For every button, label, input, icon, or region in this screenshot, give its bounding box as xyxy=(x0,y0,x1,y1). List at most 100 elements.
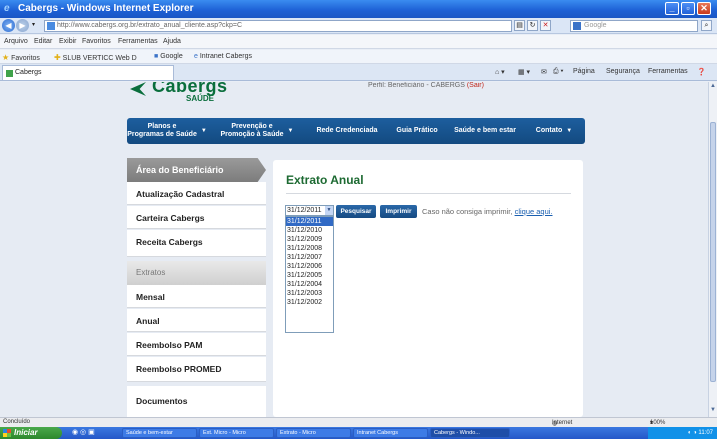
logout-link[interactable]: (Sair) xyxy=(467,82,484,89)
back-button[interactable]: ◀ xyxy=(2,19,15,32)
minimize-button[interactable]: _ xyxy=(665,2,679,15)
sidebar-item-anual[interactable]: Anual xyxy=(127,309,266,332)
taskbar-item[interactable]: Saúde e bem-estar xyxy=(122,428,197,438)
nav-planos[interactable]: Planos e Programas de Saúde ▼ xyxy=(127,118,207,144)
scroll-up-icon[interactable]: ▲ xyxy=(709,83,717,91)
favorite-item-google[interactable]: ■ Google xyxy=(154,53,183,60)
start-button[interactable]: Iniciar xyxy=(0,427,62,439)
window-titlebar: e Cabergs - Windows Internet Explorer _ … xyxy=(0,0,717,18)
sidebar-item-atualizacao[interactable]: Atualização Cadastral xyxy=(127,182,266,205)
search-button[interactable]: Pesquisar xyxy=(336,205,376,218)
sidebar-item-receita[interactable]: Receita Cabergs xyxy=(127,230,266,257)
search-placeholder: Google xyxy=(584,22,607,29)
favorites-label: Favoritos xyxy=(11,55,40,62)
main-navigation: Planos e Programas de Saúde ▼ Prevenção e… xyxy=(127,118,585,144)
tab-cabergs[interactable]: Cabergs xyxy=(2,65,174,80)
year-option[interactable]: 31/12/2008 xyxy=(286,244,333,253)
nav-rede-credenciada[interactable]: Rede Credenciada xyxy=(307,118,387,144)
year-select[interactable]: 31/12/2011 ▼ xyxy=(285,205,334,216)
google-icon: ■ xyxy=(154,53,159,60)
menu-ferramentas[interactable]: Ferramentas xyxy=(118,38,158,45)
sidebar-header: Área do Beneficiário xyxy=(127,158,266,182)
nav-guia-pratico[interactable]: Guia Prático xyxy=(387,118,447,144)
star-icon: ★ xyxy=(2,53,10,62)
menu-editar[interactable]: Editar xyxy=(34,38,52,45)
help-icon[interactable]: ❓ xyxy=(697,68,706,76)
year-option[interactable]: 31/12/2006 xyxy=(286,262,333,271)
nav-label: Prevenção e Promoção à Saúde xyxy=(220,123,284,138)
search-icon[interactable]: ⌕ xyxy=(701,20,712,31)
status-text: Concluído xyxy=(3,419,31,425)
nav-saude-bem-estar[interactable]: Saúde e bem estar xyxy=(447,118,523,144)
vertical-scrollbar[interactable]: ▲ ▼ xyxy=(708,82,717,417)
nav-contato[interactable]: Contato ▼ xyxy=(523,118,585,144)
nav-label: Rede Credenciada xyxy=(316,127,378,134)
favorite-item-slub[interactable]: ✚ SLUB VERTICC Web D xyxy=(54,53,137,62)
year-option[interactable]: 31/12/2010 xyxy=(286,226,333,235)
profile-text: Perfil: Beneficiário - CABERGS xyxy=(368,82,465,89)
sidebar-item-carteira[interactable]: Carteira Cabergs xyxy=(127,206,266,229)
status-bar: Concluído ◍ Internet ⌕ 100% ▾ xyxy=(0,417,717,427)
compat-view-icon[interactable]: ▤ xyxy=(514,20,525,31)
year-option[interactable]: 31/12/2005 xyxy=(286,271,333,280)
year-option[interactable]: 31/12/2011 xyxy=(286,217,333,226)
menu-ferramentas-cmd[interactable]: Ferramentas xyxy=(648,68,688,75)
content-panel: Extrato Anual 31/12/2011 ▼ 31/12/2011 31… xyxy=(273,160,583,417)
favorite-label: SLUB VERTICC Web D xyxy=(62,55,137,62)
zoom-label: 100% xyxy=(650,420,666,426)
feeds-icon[interactable]: ▦ ▾ xyxy=(518,68,530,76)
print-hint: Caso não consiga imprimir, clique aqui. xyxy=(422,207,553,216)
forward-button[interactable]: ▶ xyxy=(16,19,29,32)
taskbar-item[interactable]: Extrato - Micro xyxy=(276,428,351,438)
favorites-bar: ★ Favoritos ✚ SLUB VERTICC Web D ■ Googl… xyxy=(0,50,717,64)
menu-arquivo[interactable]: Arquivo xyxy=(4,38,28,45)
stop-icon[interactable]: ✕ xyxy=(540,20,551,31)
taskbar-item[interactable]: Intranet Cabergs xyxy=(353,428,428,438)
history-dropdown-icon[interactable]: ▾ xyxy=(32,21,35,28)
nav-prevencao[interactable]: Prevenção e Promoção à Saúde ▼ xyxy=(207,118,307,144)
print-icon[interactable]: ⎙ ▾ xyxy=(553,68,564,76)
menu-ajuda[interactable]: Ajuda xyxy=(163,38,181,45)
scroll-down-icon[interactable]: ▼ xyxy=(709,407,717,415)
favorite-item-intranet[interactable]: e Intranet Cabergs xyxy=(194,53,252,60)
year-dropdown-list: 31/12/2011 31/12/2010 31/12/2009 31/12/2… xyxy=(285,216,334,333)
home-icon[interactable]: ⌂ ▾ xyxy=(495,68,505,76)
chevron-down-icon[interactable]: ▼ xyxy=(325,206,333,215)
year-option[interactable]: 31/12/2007 xyxy=(286,253,333,262)
sidebar-item-reembolso-pam[interactable]: Reembolso PAM xyxy=(127,333,266,356)
menu-favoritos[interactable]: Favoritos xyxy=(82,38,111,45)
taskbar-item-active[interactable]: Cabergs - Windo... xyxy=(430,428,510,438)
menu-seguranca[interactable]: Segurança xyxy=(606,68,640,75)
nav-label: Planos e Programas de Saúde xyxy=(127,123,197,138)
year-select-value: 31/12/2011 xyxy=(287,207,322,214)
tray-icons[interactable]: ◐ ◑ xyxy=(688,430,699,436)
profile-info: Perfil: Beneficiário - CABERGS (Sair) xyxy=(368,82,484,89)
logo-mark-icon xyxy=(130,82,146,96)
print-hint-link[interactable]: clique aqui. xyxy=(515,207,553,216)
print-button[interactable]: Imprimir xyxy=(380,205,417,218)
year-option[interactable]: 31/12/2003 xyxy=(286,289,333,298)
year-option[interactable]: 31/12/2004 xyxy=(286,280,333,289)
sidebar-item-documentos[interactable]: Documentos xyxy=(127,386,266,417)
maximize-button[interactable]: ▫ xyxy=(681,2,695,15)
close-window-button[interactable]: ✕ xyxy=(697,2,711,15)
cabergs-logo[interactable]: Cabergs SAÚDE xyxy=(130,82,280,116)
internet-explorer-icon: e xyxy=(4,3,10,14)
year-option[interactable]: 31/12/2009 xyxy=(286,235,333,244)
search-input[interactable]: Google xyxy=(570,20,698,32)
quick-launch-icons[interactable]: ◉ ◎ ▣ xyxy=(72,428,95,436)
url-input[interactable]: http://www.cabergs.org.br/extrato_anual_… xyxy=(44,20,512,32)
sidebar-item-reembolso-promed[interactable]: Reembolso PROMED xyxy=(127,357,266,382)
favorites-button[interactable]: ★ Favoritos xyxy=(2,53,40,62)
mail-icon[interactable]: ✉ xyxy=(541,68,547,76)
year-option[interactable]: 31/12/2002 xyxy=(286,298,333,307)
scrollbar-thumb[interactable] xyxy=(710,122,716,382)
taskbar-item[interactable]: Ext. Micro - Micro xyxy=(199,428,274,438)
windows-flag-icon xyxy=(3,429,11,437)
site-favicon xyxy=(6,70,13,77)
menu-exibir[interactable]: Exibir xyxy=(59,38,77,45)
sidebar-item-mensal[interactable]: Mensal xyxy=(127,285,266,308)
menu-pagina[interactable]: Página xyxy=(573,68,595,75)
zoom-level[interactable]: ⌕ 100% ▾ xyxy=(650,419,665,426)
refresh-icon[interactable]: ↻ xyxy=(527,20,538,31)
